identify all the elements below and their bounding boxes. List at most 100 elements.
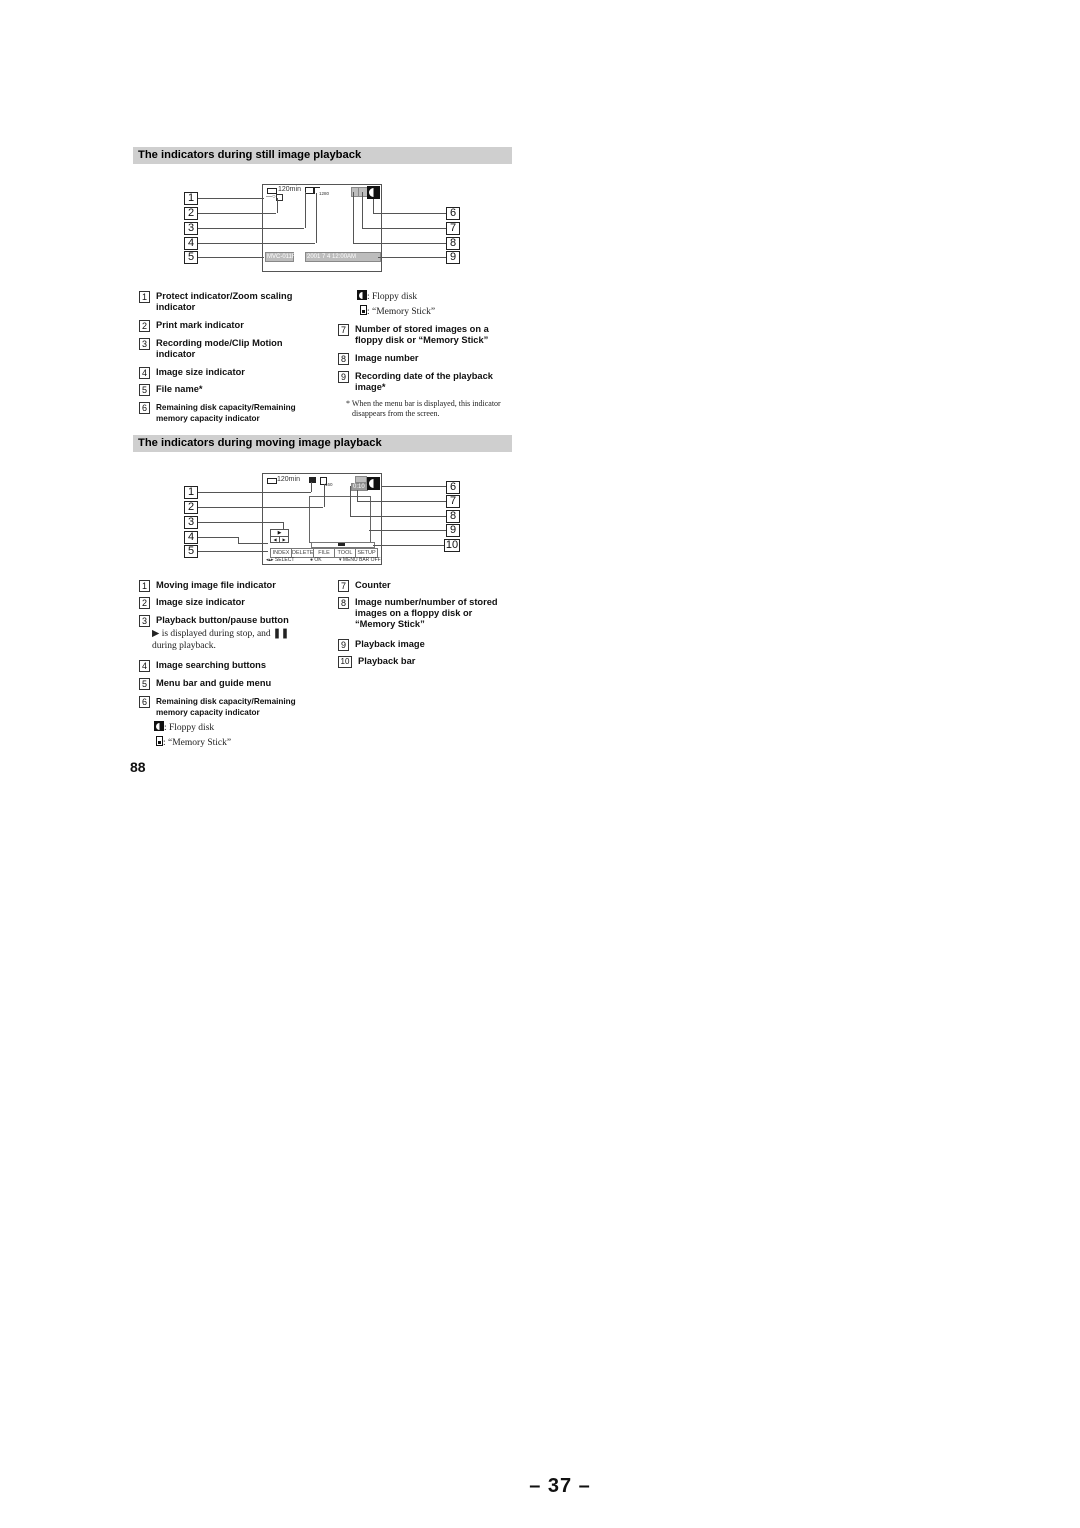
menu-setup[interactable]: SETUP — [356, 549, 377, 557]
image-size-value: 1280 — [319, 191, 330, 196]
legend-label: Playback image — [355, 639, 425, 649]
leader-line — [198, 507, 323, 508]
leader-line — [350, 516, 446, 517]
leader-line — [283, 522, 284, 530]
guide-ok: ● OK — [310, 557, 322, 563]
media-label: : Floppy disk — [164, 723, 215, 733]
legend-item: 9 Recording date of the playback image* — [338, 371, 518, 393]
callout-2: 2 — [184, 501, 198, 514]
legend-number: 6 — [139, 402, 150, 414]
playback-bar-thumb[interactable] — [338, 543, 345, 546]
leader-line — [198, 257, 264, 258]
legend-number: 7 — [338, 324, 349, 336]
callout-8: 8 — [446, 237, 460, 250]
leader-line — [353, 192, 354, 243]
section-header-moving: The indicators during moving image playb… — [133, 435, 512, 452]
callout-3: 3 — [184, 222, 198, 235]
legend-item: 5 File name* — [139, 384, 324, 396]
leader-line — [373, 545, 444, 546]
menu-tool[interactable]: TOOL — [335, 549, 356, 557]
legend-item: 5 Menu bar and guide menu — [139, 678, 324, 690]
floppy-disk-icon — [357, 290, 367, 300]
media-legend-memory-stick: : “Memory Stick” — [360, 305, 435, 318]
legend-label: Image searching buttons — [156, 660, 267, 670]
counter-chip: 0:10 — [351, 483, 368, 491]
legend-number: 9 — [338, 371, 349, 383]
callout-3: 3 — [184, 516, 198, 529]
leader-line — [198, 198, 264, 199]
legend-label: Number of stored images on a floppy disk… — [355, 324, 489, 345]
media-legend-memory-stick: : “Memory Stick” — [156, 736, 231, 749]
callout-6: 6 — [446, 207, 460, 220]
legend-number: 9 — [338, 639, 349, 651]
floppy-disk-icon — [154, 721, 164, 731]
leader-line — [198, 537, 238, 538]
leader-line — [198, 551, 268, 552]
media-label: : Floppy disk — [367, 292, 418, 302]
legend-item: 3 Playback button/pause button — [139, 615, 324, 627]
callout-10: 10 — [444, 539, 460, 552]
legend-item: 10 Playback bar — [338, 656, 518, 668]
pause-icon: ❚❚ — [273, 629, 289, 639]
legend-label: Counter — [355, 580, 391, 590]
floppy-disk-icon — [367, 477, 380, 490]
leader-line — [277, 198, 278, 213]
menu-file[interactable]: FILE — [314, 549, 335, 557]
menu-index[interactable]: INDEX — [271, 549, 292, 557]
leader-line — [378, 257, 446, 258]
legend-item: 3 Recording mode/Clip Motion indicator — [139, 338, 324, 360]
legend-number: 4 — [139, 660, 150, 672]
callout-7: 7 — [446, 222, 460, 235]
legend-item: 8 Image number — [338, 353, 518, 365]
callout-1: 1 — [184, 486, 198, 499]
protect-key-icon: ―○ — [266, 194, 276, 200]
legend-number: 8 — [338, 597, 349, 609]
legend-item: 7 Number of stored images on a floppy dis… — [338, 324, 518, 346]
legend-item: 6 Remaining disk capacity/Remaining memor… — [139, 402, 324, 424]
leader-line — [198, 228, 304, 229]
legend-label: Remaining disk capacity/Remaining memory… — [156, 697, 296, 717]
callout-5: 5 — [184, 545, 198, 558]
leader-line — [373, 213, 446, 214]
leader-line — [305, 192, 306, 228]
menu-delete[interactable]: DELETE — [292, 549, 314, 557]
legend-number: 4 — [139, 367, 150, 379]
leader-line — [381, 486, 446, 487]
legend-label: Menu bar and guide menu — [156, 678, 272, 688]
note-text: is displayed during stop, and — [159, 629, 274, 639]
legend-item: 7 Counter — [338, 580, 518, 592]
legend-label: Playback bar — [358, 656, 416, 666]
recording-mode-icon — [305, 187, 314, 194]
legend-label: Print mark indicator — [156, 320, 244, 330]
leader-line — [369, 530, 446, 531]
callout-4: 4 — [184, 531, 198, 544]
battery-time: 120min — [278, 186, 301, 193]
leader-line — [198, 243, 315, 244]
legend-label: Recording date of the playback image* — [355, 371, 493, 392]
floppy-disk-icon — [367, 186, 380, 199]
leader-line — [357, 501, 446, 502]
callout-2: 2 — [184, 207, 198, 220]
legend-label: Moving image file indicator — [156, 580, 276, 590]
legend-number: 10 — [338, 656, 352, 668]
callout-6: 6 — [446, 481, 460, 494]
legend-label: File name* — [156, 384, 203, 394]
legend-number: 2 — [139, 597, 150, 609]
legend-number: 8 — [338, 353, 349, 365]
leader-line — [238, 543, 268, 544]
legend-label: Image size indicator — [156, 597, 245, 607]
search-forward-button[interactable]: ▶ — [279, 536, 289, 543]
leader-line — [198, 522, 283, 523]
legend-number: 1 — [139, 580, 150, 592]
legend-item: 1 Moving image file indicator — [139, 580, 324, 592]
legend-label: Protect indicator/Zoom scaling indicator — [156, 291, 293, 312]
guide-menu-bar-off: ▾ MENU BAR OFF — [339, 557, 381, 563]
legend-number: 5 — [139, 384, 150, 396]
callout-9: 9 — [446, 251, 460, 264]
leader-line — [324, 484, 325, 507]
battery-icon — [267, 478, 277, 484]
leader-line — [198, 213, 276, 214]
media-label: : “Memory Stick” — [367, 307, 436, 317]
legend-number: 7 — [338, 580, 349, 592]
recording-date-chip: 2001 7 4 12:00AM — [305, 252, 381, 262]
